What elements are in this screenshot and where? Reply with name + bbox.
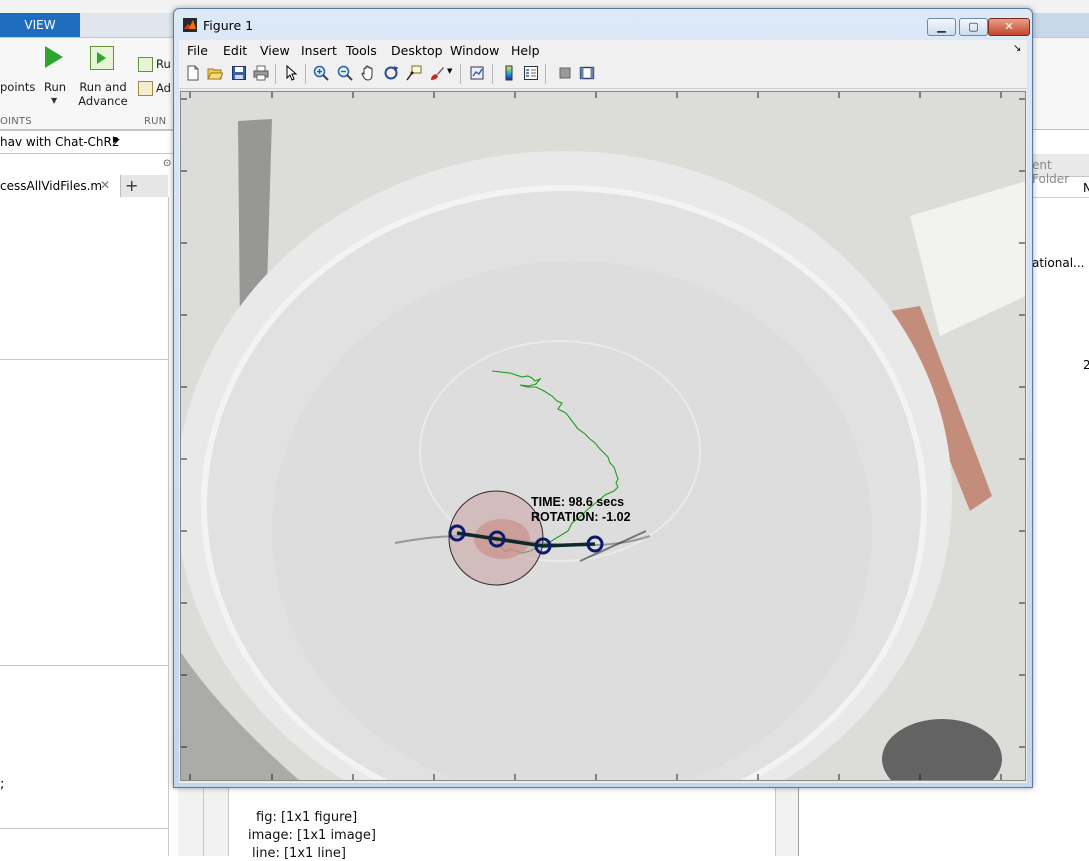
minimize-icon: ▁ bbox=[937, 20, 946, 33]
rotation-label: ROTATION: -1.02 bbox=[531, 510, 631, 524]
folder-item-value: 2 bbox=[1083, 358, 1089, 372]
breakpoints-button-label[interactable]: points bbox=[0, 80, 35, 94]
close-icon: ✕ bbox=[1004, 20, 1014, 33]
close-button[interactable]: ✕ bbox=[988, 18, 1030, 36]
menu-file[interactable]: File bbox=[187, 43, 208, 58]
run-section-icon[interactable] bbox=[138, 57, 153, 72]
legend-icon[interactable] bbox=[523, 65, 539, 81]
code-fragment: ; bbox=[0, 777, 5, 792]
new-figure-icon[interactable] bbox=[185, 65, 201, 81]
run-and-advance-icon[interactable] bbox=[90, 46, 114, 70]
menubar-overflow-icon[interactable]: ↘ bbox=[1013, 43, 1021, 54]
run-section-label[interactable]: Ru bbox=[156, 57, 171, 71]
current-folder-panel bbox=[1032, 130, 1089, 856]
file-tab-label[interactable]: cessAllVidFiles.m bbox=[0, 179, 102, 193]
workspace-item[interactable]: line: [1x1 line] bbox=[252, 846, 346, 861]
menu-window[interactable]: Window bbox=[450, 43, 499, 58]
hide-plot-tools-icon[interactable] bbox=[557, 65, 573, 81]
figure-title: Figure 1 bbox=[203, 18, 254, 33]
minimize-button[interactable]: ▁ bbox=[927, 18, 956, 36]
address-chevron-icon[interactable]: ▶ bbox=[113, 135, 120, 145]
toolbar-separator bbox=[460, 64, 461, 84]
figure-window[interactable]: Figure 1 ▁ ▢ ✕ File Edit View Insert Too… bbox=[173, 8, 1033, 788]
address-path[interactable]: hav with Chat-ChR2 bbox=[0, 135, 119, 149]
close-tab-icon[interactable]: ✕ bbox=[100, 178, 110, 192]
rotate-3d-icon[interactable] bbox=[383, 65, 399, 81]
menu-help[interactable]: Help bbox=[511, 43, 540, 58]
data-cursor-icon[interactable] bbox=[406, 65, 422, 81]
current-folder-header: ent Folder bbox=[1032, 154, 1089, 186]
panel-divider bbox=[203, 786, 204, 856]
colorbar-icon[interactable] bbox=[501, 65, 517, 81]
toolbar-separator bbox=[492, 64, 493, 84]
toolbar-separator bbox=[275, 64, 276, 84]
folder-column-label[interactable]: N bbox=[1083, 181, 1089, 195]
run-dropdown-icon[interactable]: ▼ bbox=[51, 96, 57, 105]
editor-divider bbox=[0, 828, 168, 829]
panel-collapse-icon[interactable]: ⊙ bbox=[163, 158, 171, 169]
print-icon[interactable] bbox=[253, 65, 269, 81]
video-frame: TIME: 98.6 secs ROTATION: -1.02 bbox=[180, 91, 1026, 781]
folder-item[interactable]: ational... bbox=[1032, 256, 1084, 270]
maximize-icon: ▢ bbox=[968, 20, 979, 33]
folder-column-header: N bbox=[1032, 177, 1089, 198]
menu-view[interactable]: View bbox=[260, 43, 290, 58]
edit-plot-arrow-icon[interactable] bbox=[283, 65, 299, 81]
workspace-item[interactable]: fig: [1x1 figure] bbox=[256, 810, 357, 825]
time-label: TIME: 98.6 secs bbox=[531, 495, 624, 509]
advance-label[interactable]: Ad bbox=[156, 81, 171, 95]
figure-toolbar: ▼ bbox=[179, 60, 1027, 89]
pan-hand-icon[interactable] bbox=[360, 65, 376, 81]
editor-divider bbox=[0, 665, 168, 666]
menu-desktop[interactable]: Desktop bbox=[391, 43, 443, 58]
advance-icon[interactable] bbox=[138, 81, 153, 96]
matlab-logo-icon bbox=[183, 18, 197, 32]
menu-insert[interactable]: Insert bbox=[301, 43, 337, 58]
section-run: RUN bbox=[144, 116, 167, 127]
save-icon[interactable] bbox=[231, 65, 247, 81]
show-plot-tools-icon[interactable] bbox=[579, 65, 595, 81]
run-and-advance-button[interactable]: Run and Advance bbox=[78, 80, 128, 108]
zoom-in-icon[interactable] bbox=[313, 65, 329, 81]
brush-dropdown-icon[interactable]: ▼ bbox=[447, 67, 452, 75]
run-icon[interactable] bbox=[45, 46, 63, 68]
menu-tools[interactable]: Tools bbox=[346, 43, 377, 58]
tab-view[interactable]: VIEW bbox=[0, 13, 80, 37]
zoom-out-icon[interactable] bbox=[337, 65, 353, 81]
panel-divider bbox=[798, 786, 799, 856]
brush-icon[interactable] bbox=[429, 65, 445, 81]
menu-edit[interactable]: Edit bbox=[223, 43, 247, 58]
workspace-item[interactable]: image: [1x1 image] bbox=[248, 828, 376, 843]
address-bar[interactable]: hav with Chat-ChR2 ▶ bbox=[0, 131, 178, 154]
maximize-button[interactable]: ▢ bbox=[959, 18, 988, 36]
open-file-icon[interactable] bbox=[207, 65, 223, 81]
link-plot-icon[interactable] bbox=[469, 65, 485, 81]
toolbar-separator bbox=[545, 64, 546, 84]
editor-file-tab[interactable]: cessAllVidFiles.m ✕ bbox=[0, 175, 121, 197]
image-axes[interactable]: TIME: 98.6 secs ROTATION: -1.02 bbox=[180, 91, 1026, 781]
toolbar-separator bbox=[305, 64, 306, 84]
section-breakpoints: OINTS bbox=[0, 116, 32, 127]
editor-divider bbox=[0, 359, 168, 360]
run-button[interactable]: Run bbox=[38, 80, 72, 94]
add-tab-icon[interactable]: + bbox=[125, 176, 138, 195]
editor-area[interactable] bbox=[0, 197, 169, 856]
figure-menubar: File Edit View Insert Tools Desktop Wind… bbox=[179, 40, 1027, 60]
right-titlebar bbox=[1032, 13, 1089, 37]
